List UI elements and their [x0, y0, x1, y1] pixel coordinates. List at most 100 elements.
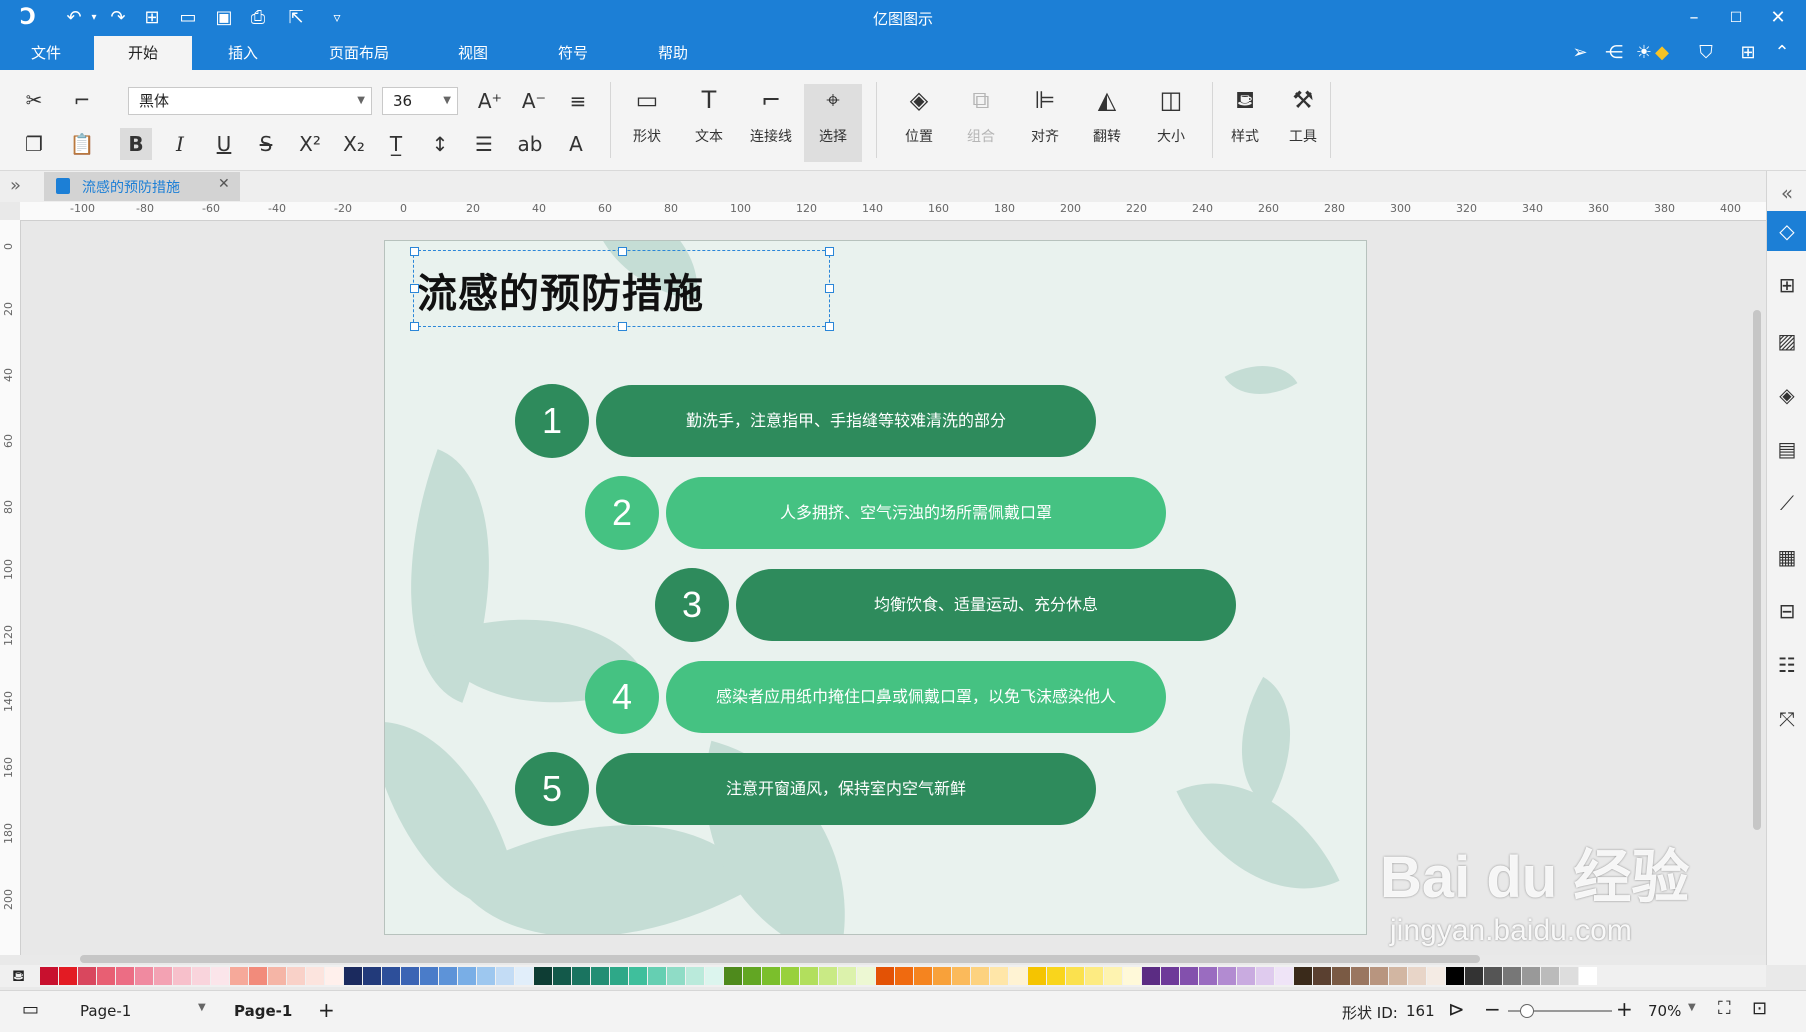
resize-handle[interactable] — [825, 247, 834, 256]
menu-view[interactable]: 视图 — [444, 36, 502, 70]
align-button[interactable]: ⊫ 对齐 — [1016, 84, 1074, 162]
color-swatch[interactable] — [629, 967, 647, 985]
color-swatch[interactable] — [515, 967, 533, 985]
resize-handle[interactable] — [410, 322, 419, 331]
step-text-3[interactable]: 均衡饮食、适量运动、充分休息 — [736, 569, 1236, 641]
color-swatch[interactable] — [1579, 967, 1597, 985]
color-swatch[interactable] — [591, 967, 609, 985]
color-swatch[interactable] — [800, 967, 818, 985]
color-swatch[interactable] — [1351, 967, 1369, 985]
color-swatch[interactable] — [59, 967, 77, 985]
horizontal-scrollbar[interactable] — [80, 955, 1480, 963]
color-swatch[interactable] — [857, 967, 875, 985]
bullet-list-icon[interactable]: ☰ — [468, 128, 500, 160]
page-tab[interactable]: Page-1 — [234, 1002, 292, 1020]
expand-library-icon[interactable]: » — [10, 175, 21, 196]
step-text-5[interactable]: 注意开窗通风，保持室内空气新鲜 — [596, 753, 1096, 825]
color-swatch[interactable] — [553, 967, 571, 985]
text-button[interactable]: T 文本 — [680, 84, 738, 162]
color-swatch[interactable] — [439, 967, 457, 985]
resize-handle[interactable] — [410, 284, 419, 293]
color-swatch[interactable] — [819, 967, 837, 985]
color-swatch[interactable] — [1047, 967, 1065, 985]
color-swatch[interactable] — [705, 967, 723, 985]
color-swatch[interactable] — [1256, 967, 1274, 985]
copy-icon[interactable]: ❐ — [18, 128, 50, 160]
color-swatch[interactable] — [895, 967, 913, 985]
color-swatch[interactable] — [838, 967, 856, 985]
menu-home[interactable]: 开始 — [94, 36, 192, 70]
color-swatch[interactable] — [97, 967, 115, 985]
size-button[interactable]: ◫ 大小 — [1142, 84, 1200, 162]
color-swatch[interactable] — [1218, 967, 1236, 985]
paste-icon[interactable]: 📋 — [66, 128, 98, 160]
vertical-scrollbar[interactable] — [1753, 310, 1761, 830]
color-swatch[interactable] — [401, 967, 419, 985]
resize-handle[interactable] — [825, 284, 834, 293]
font-family-select[interactable]: 黑体 ▼ — [128, 87, 372, 115]
color-swatch[interactable] — [1161, 967, 1179, 985]
strikethrough-icon[interactable]: S — [250, 128, 282, 160]
share-icon[interactable]: ⋲ — [1602, 41, 1626, 65]
font-size-select[interactable]: 36 ▼ — [382, 87, 458, 115]
diagram-page[interactable]: 流感的预防措施 1 勤洗手，注意指甲、手指缝等较难清洗的部分 2 人多拥挤、空气… — [384, 240, 1367, 935]
color-swatch[interactable] — [1446, 967, 1464, 985]
fullscreen-icon[interactable]: ⊡ — [1752, 998, 1767, 1019]
color-swatch[interactable] — [1180, 967, 1198, 985]
color-swatch[interactable] — [173, 967, 191, 985]
italic-icon[interactable]: I — [164, 128, 196, 160]
color-swatch[interactable] — [1066, 967, 1084, 985]
color-swatch[interactable] — [382, 967, 400, 985]
color-swatch[interactable] — [648, 967, 666, 985]
shape-button[interactable]: ▭ 形状 — [618, 84, 676, 162]
color-swatch[interactable] — [420, 967, 438, 985]
menu-symbols[interactable]: 符号 — [544, 36, 602, 70]
shirt-icon[interactable]: ⛉ — [1694, 41, 1718, 65]
color-swatch[interactable] — [743, 967, 761, 985]
color-swatch[interactable] — [1104, 967, 1122, 985]
step-number-4[interactable]: 4 — [585, 660, 659, 734]
fit-icon[interactable]: ⤧ — [1767, 699, 1806, 739]
menu-help[interactable]: 帮助 — [644, 36, 702, 70]
maximize-icon[interactable]: ☐ — [1724, 6, 1748, 30]
color-swatch[interactable] — [1408, 967, 1426, 985]
resize-handle[interactable] — [618, 247, 627, 256]
color-swatch[interactable] — [1237, 967, 1255, 985]
color-swatch[interactable] — [1427, 967, 1445, 985]
color-swatch[interactable] — [40, 967, 58, 985]
color-swatch[interactable] — [1313, 967, 1331, 985]
color-swatch[interactable] — [78, 967, 96, 985]
apps-grid-icon[interactable]: ⊞ — [1736, 41, 1760, 65]
zoom-out-icon[interactable]: − — [1484, 997, 1501, 1021]
step-text-2[interactable]: 人多拥挤、空气污浊的场所需佩戴口罩 — [666, 477, 1166, 549]
color-swatch[interactable] — [249, 967, 267, 985]
style-button[interactable]: ⛾ 样式 — [1216, 84, 1274, 162]
flip-button[interactable]: ◭ 翻转 — [1078, 84, 1136, 162]
connector-button[interactable]: ⌐ 连接线 — [742, 84, 800, 162]
group-button[interactable]: ⧉ 组合 — [952, 84, 1010, 162]
format-icon[interactable]: ☷ — [1767, 645, 1806, 685]
tools-button[interactable]: ⚒ 工具 — [1274, 84, 1332, 162]
step-number-5[interactable]: 5 — [515, 752, 589, 826]
minimize-icon[interactable]: – — [1682, 6, 1706, 30]
format-painter-icon[interactable]: ⌐ — [66, 84, 98, 116]
zoom-level[interactable]: 70% — [1648, 1002, 1681, 1020]
zoom-slider-thumb[interactable] — [1520, 1004, 1534, 1018]
cut-icon[interactable]: ✂ — [18, 84, 50, 116]
color-swatch[interactable] — [781, 967, 799, 985]
collapse-panel-icon[interactable]: « — [1767, 173, 1806, 213]
menu-page-layout[interactable]: 页面布局 — [318, 36, 400, 70]
menu-insert[interactable]: 插入 — [212, 36, 274, 70]
color-swatch[interactable] — [1275, 967, 1293, 985]
page-properties-icon[interactable]: ▤ — [1767, 429, 1806, 469]
document-tab[interactable]: 流感的预防措施 ✕ — [44, 172, 240, 201]
color-swatch[interactable] — [667, 967, 685, 985]
color-swatch[interactable] — [724, 967, 742, 985]
color-swatch[interactable] — [1522, 967, 1540, 985]
color-swatch[interactable] — [287, 967, 305, 985]
color-swatch[interactable] — [971, 967, 989, 985]
color-swatch[interactable] — [1370, 967, 1388, 985]
color-swatch[interactable] — [1028, 967, 1046, 985]
step-number-1[interactable]: 1 — [515, 384, 589, 458]
color-swatch[interactable] — [1465, 967, 1483, 985]
